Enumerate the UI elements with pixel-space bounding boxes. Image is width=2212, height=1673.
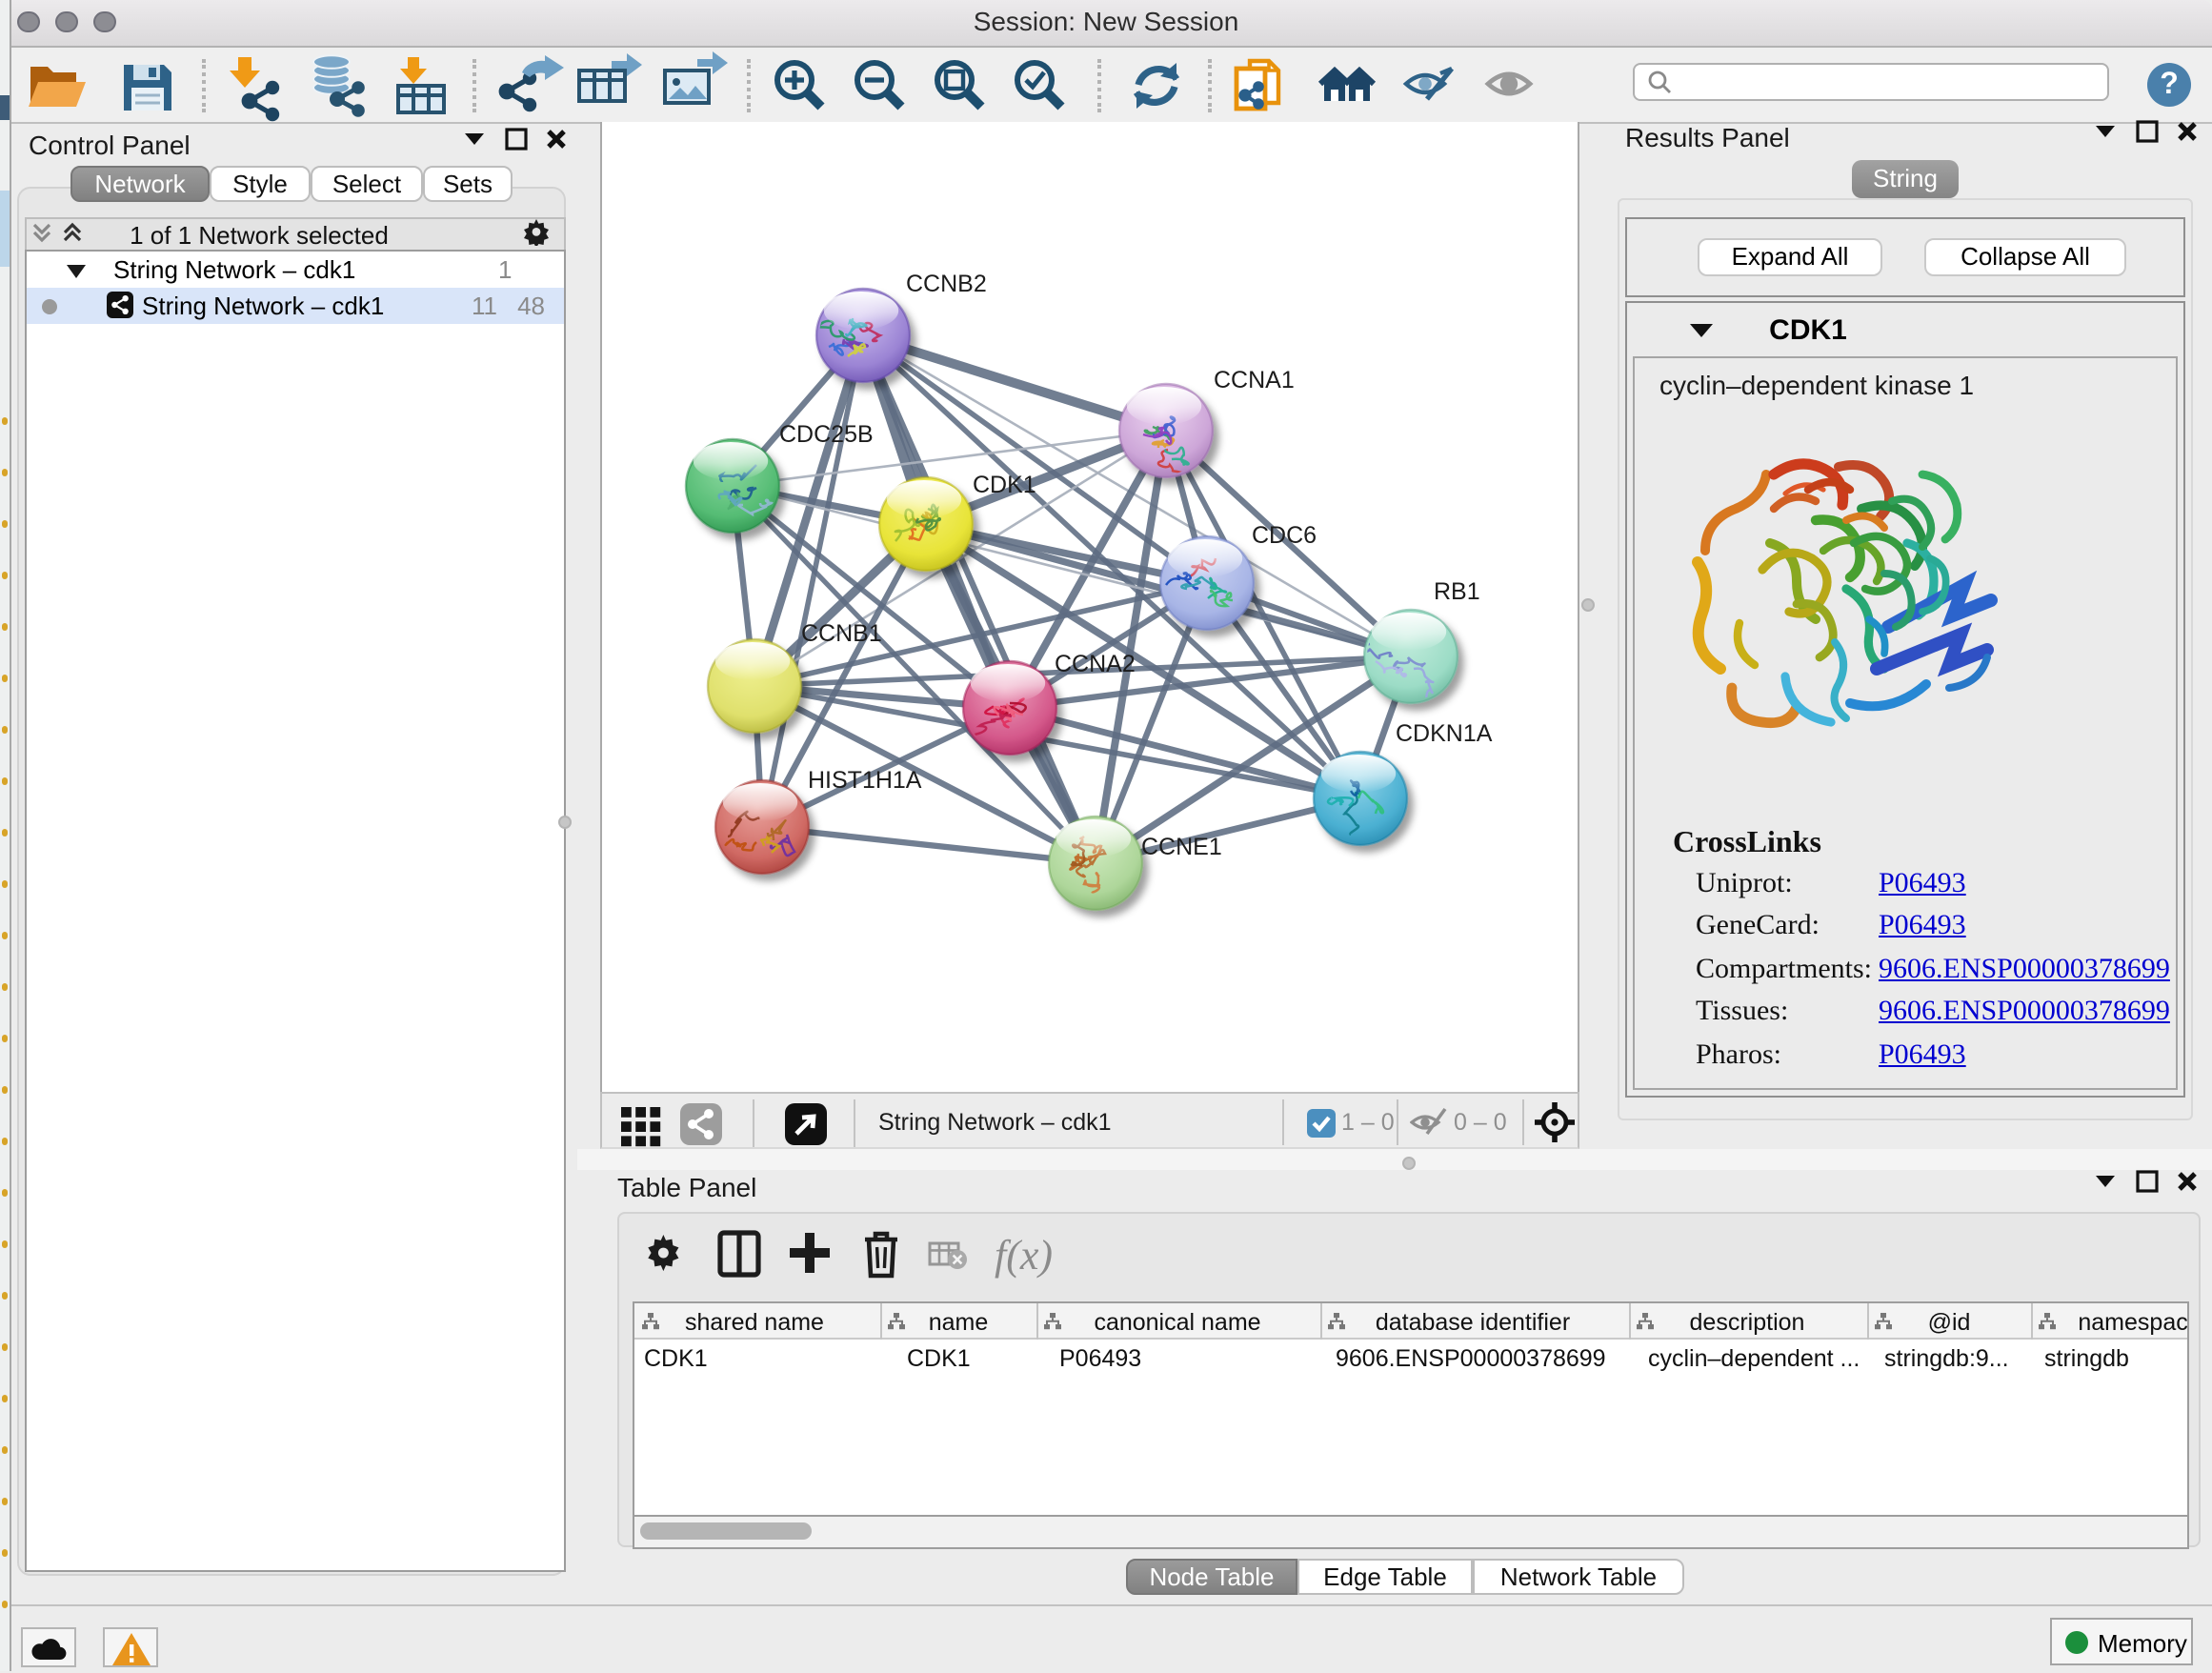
svg-text:CCNB2: CCNB2 xyxy=(906,271,987,297)
svg-text:CDK1: CDK1 xyxy=(973,472,1036,498)
svg-text:HIST1H1A: HIST1H1A xyxy=(808,767,922,794)
svg-text:CCNB1: CCNB1 xyxy=(801,620,882,647)
svg-text:f(x): f(x) xyxy=(995,1232,1053,1279)
svg-text:CDC6: CDC6 xyxy=(1252,522,1317,549)
svg-text:CDKN1A: CDKN1A xyxy=(1396,720,1493,747)
svg-text:CCNA1: CCNA1 xyxy=(1214,367,1295,393)
svg-text:CCNA2: CCNA2 xyxy=(1055,651,1136,677)
svg-text:CCNE1: CCNE1 xyxy=(1141,834,1222,860)
svg-text:RB1: RB1 xyxy=(1434,578,1480,605)
svg-text:CDC25B: CDC25B xyxy=(779,421,874,448)
